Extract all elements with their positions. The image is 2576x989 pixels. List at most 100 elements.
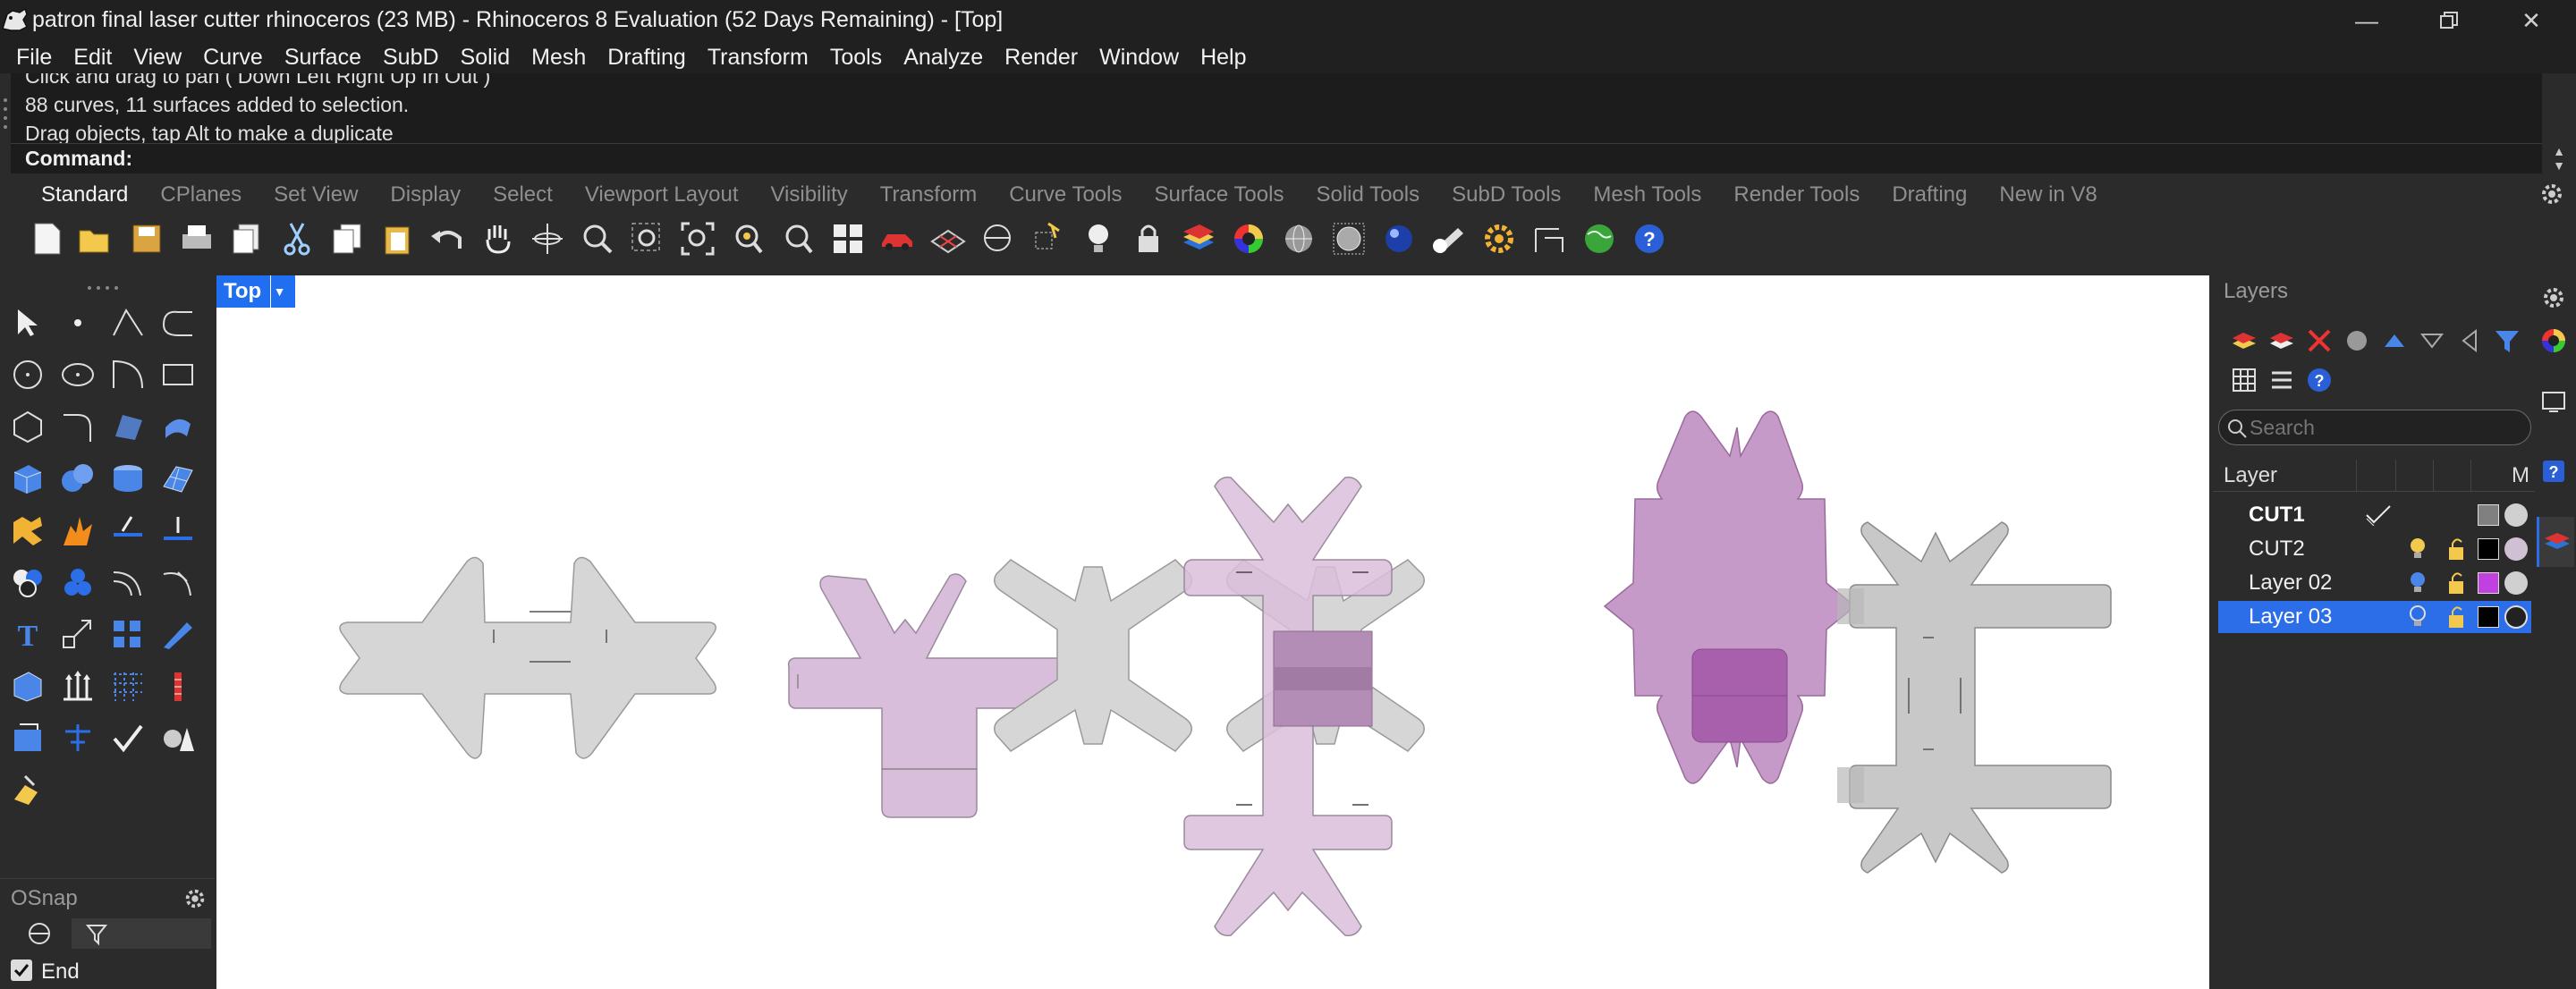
unlock-icon[interactable] [2445, 571, 2467, 602]
print-icon[interactable] [177, 219, 216, 258]
analyze-icon[interactable] [156, 664, 200, 708]
dimension-icon[interactable] [1530, 219, 1569, 258]
copy-icon[interactable] [327, 219, 367, 258]
blocks-icon[interactable] [55, 560, 100, 604]
layer-search-input[interactable] [2250, 414, 2518, 441]
menu-transform[interactable]: Transform [697, 45, 819, 71]
menu-drafting[interactable]: Drafting [597, 45, 697, 71]
drawing-canvas[interactable] [216, 275, 2209, 989]
sphere-icon[interactable] [55, 456, 100, 501]
extrude-icon[interactable] [55, 664, 100, 708]
tab-render-tools[interactable]: Render Tools [1717, 175, 1876, 215]
cut-icon[interactable] [277, 219, 317, 258]
chevron-up-icon[interactable]: ▲ [2553, 144, 2565, 158]
tab-drafting[interactable]: Drafting [1876, 175, 1983, 215]
tab-surface-tools[interactable]: Surface Tools [1138, 175, 1300, 215]
light-icon[interactable] [1079, 219, 1118, 258]
tab-solid-tools[interactable]: Solid Tools [1300, 175, 1436, 215]
layer-row-layer-02[interactable]: Layer 02 [2218, 567, 2531, 599]
history-scrollbar[interactable] [2542, 73, 2576, 143]
material-icon[interactable] [2504, 571, 2528, 595]
select-icon[interactable] [1029, 219, 1068, 258]
layer-column-header[interactable]: Layer [2224, 463, 2277, 488]
cut-piece-purple[interactable] [1603, 410, 1857, 784]
tab-curve-tools[interactable]: Curve Tools [993, 175, 1138, 215]
fillet-curve-icon[interactable] [55, 404, 100, 449]
material-icon[interactable] [2504, 605, 2528, 629]
undo-icon[interactable] [428, 219, 467, 258]
menu-render[interactable]: Render [994, 45, 1089, 71]
arc-icon[interactable] [106, 352, 150, 397]
layers-tab-icon[interactable] [2537, 517, 2574, 567]
tab-set-view[interactable]: Set View [258, 175, 374, 215]
lock-icon[interactable] [1129, 219, 1168, 258]
menu-edit[interactable]: Edit [63, 45, 123, 71]
menu-file[interactable]: File [5, 45, 63, 71]
box-icon[interactable] [5, 456, 50, 501]
scale-icon[interactable] [55, 612, 100, 656]
cylinder-icon[interactable] [106, 456, 150, 501]
gear-icon[interactable] [182, 886, 208, 911]
solid-tools-icon[interactable] [156, 715, 200, 760]
paste-icon[interactable] [377, 219, 417, 258]
chevron-down-icon[interactable]: ▼ [2553, 158, 2565, 173]
tab-new-in-v8[interactable]: New in V8 [1983, 175, 2113, 215]
menu-surface[interactable]: Surface [274, 45, 372, 71]
cut-piece-stack[interactable] [994, 476, 1425, 937]
grid-view-icon[interactable] [2231, 367, 2258, 393]
layer-row-cut2[interactable]: CUT2 [2218, 533, 2531, 565]
zoom-extents-icon[interactable] [678, 219, 717, 258]
help-panel-icon[interactable]: ? [2540, 458, 2567, 485]
curve-icon[interactable] [156, 300, 200, 345]
material-column-header[interactable]: M [2512, 463, 2529, 488]
car-icon[interactable] [878, 219, 918, 258]
delete-icon[interactable] [2306, 327, 2333, 354]
command-history[interactable]: Click and drag to pan ( Down Left Right … [11, 73, 2542, 143]
menu-mesh[interactable]: Mesh [521, 45, 597, 71]
tab-select[interactable]: Select [477, 175, 569, 215]
group-icon[interactable] [5, 560, 50, 604]
command-spinner[interactable]: ▲ ▼ [2542, 143, 2576, 173]
layer-row-cut1[interactable]: CUT1 [2218, 499, 2531, 531]
split-icon[interactable] [156, 508, 200, 553]
grid-surface-icon[interactable] [928, 219, 968, 258]
close-icon[interactable]: ✕ [2490, 0, 2572, 41]
mesh-icon[interactable] [156, 456, 200, 501]
layer-color-swatch[interactable] [2478, 538, 2499, 560]
cut-piece-gray-1[interactable] [339, 556, 716, 759]
layer-color-swatch[interactable] [2478, 606, 2499, 628]
render-preview-icon[interactable] [5, 715, 50, 760]
menu-curve[interactable]: Curve [192, 45, 274, 71]
render-sphere-icon[interactable] [1379, 219, 1419, 258]
drag-handle[interactable] [86, 279, 122, 290]
unlock-icon[interactable] [2445, 537, 2467, 568]
lightbulb-on-icon[interactable] [2408, 571, 2428, 602]
transform-box-icon[interactable] [5, 664, 50, 708]
grid-icon[interactable] [106, 664, 150, 708]
circle-icon[interactable] [5, 352, 50, 397]
list-view-icon[interactable] [2268, 367, 2295, 393]
new-icon[interactable] [27, 219, 66, 258]
zoom-window-icon[interactable] [628, 219, 667, 258]
menu-view[interactable]: View [123, 45, 192, 71]
drag-handle[interactable] [0, 73, 11, 173]
move-left-icon[interactable] [2456, 327, 2483, 354]
minimize-icon[interactable]: — [2326, 0, 2408, 41]
menu-help[interactable]: Help [1190, 45, 1257, 71]
drafting-icon[interactable] [5, 767, 50, 812]
menu-window[interactable]: Window [1089, 45, 1190, 71]
four-viewports-icon[interactable] [828, 219, 868, 258]
tab-display[interactable]: Display [374, 175, 477, 215]
new-sublayer-icon[interactable] [2268, 327, 2295, 354]
menu-subd[interactable]: SubD [372, 45, 450, 71]
viewport-top[interactable]: Top ▼ [216, 275, 2209, 989]
zoom-selected-icon[interactable] [728, 219, 767, 258]
save-icon[interactable] [127, 219, 166, 258]
tab-visibility[interactable]: Visibility [754, 175, 863, 215]
blend-icon[interactable] [156, 560, 200, 604]
color-wheel-icon[interactable] [2540, 327, 2567, 354]
extrude-surface-icon[interactable] [156, 404, 200, 449]
tab-subd-tools[interactable]: SubD Tools [1436, 175, 1577, 215]
layer-filter-icon[interactable] [2343, 327, 2370, 354]
layer-color-swatch[interactable] [2478, 572, 2499, 594]
